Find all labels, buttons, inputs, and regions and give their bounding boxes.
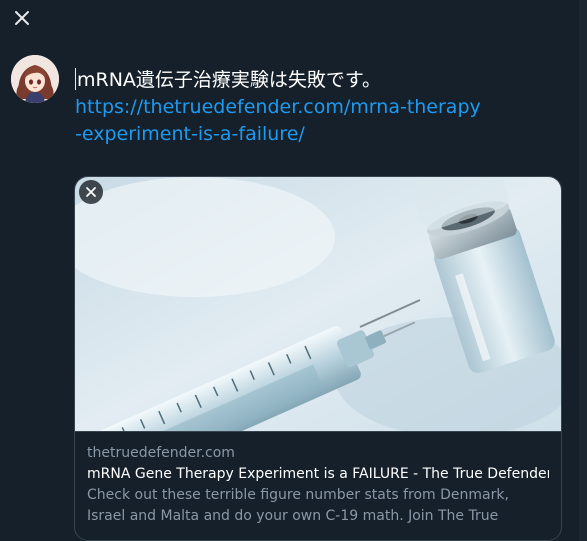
card-description: Check out these terrible figure number s… — [87, 487, 509, 524]
syringe-vial-photo — [75, 177, 561, 431]
close-button[interactable] — [8, 4, 36, 32]
avatar-illustration — [11, 55, 59, 103]
tweet-composer: mRNA遺伝子治療実験は失敗です。 https://thetruedefende… — [0, 0, 587, 541]
card-domain: thetruedefender.com — [87, 445, 235, 461]
close-icon — [15, 11, 29, 25]
scrollbar[interactable] — [579, 0, 587, 541]
remove-card-button[interactable] — [79, 180, 103, 204]
card-meta: thetruedefender.com mRNA Gene Therapy Ex… — [75, 431, 561, 540]
tweet-link[interactable]: https://thetruedefender.com/mrna-therapy… — [75, 94, 485, 148]
tweet-text-area[interactable]: mRNA遺伝子治療実験は失敗です。 https://thetruedefende… — [75, 66, 555, 148]
avatar[interactable] — [11, 55, 59, 103]
card-image — [75, 177, 561, 431]
tweet-text-line: mRNA遺伝子治療実験は失敗です。 — [75, 66, 555, 94]
close-icon — [86, 187, 96, 197]
card-title: mRNA Gene Therapy Experiment is a FAILUR… — [87, 466, 549, 482]
link-preview-card[interactable]: thetruedefender.com mRNA Gene Therapy Ex… — [74, 176, 562, 541]
text-caret — [75, 68, 76, 90]
tweet-text: mRNA遺伝子治療実験は失敗です。 — [77, 69, 382, 91]
